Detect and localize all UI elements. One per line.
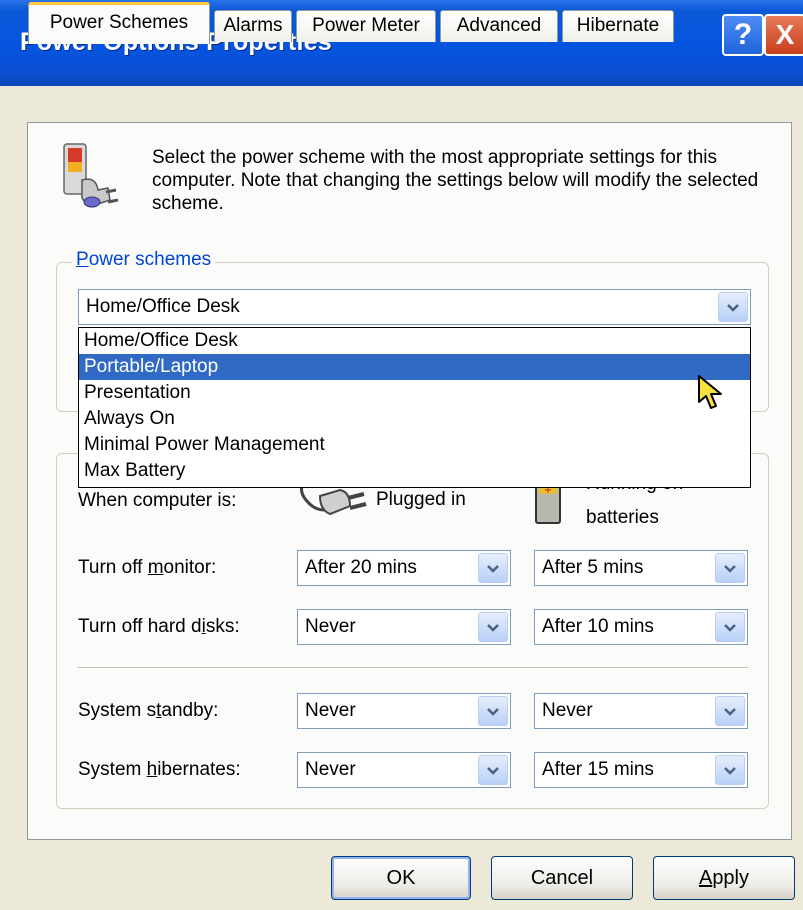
ok-button[interactable]: OK	[331, 856, 471, 900]
chevron-down-icon[interactable]	[478, 755, 508, 785]
power-options-icon	[52, 140, 122, 212]
dropdown-option[interactable]: Always On	[79, 406, 750, 432]
tab-advanced[interactable]: Advanced	[440, 10, 558, 42]
chevron-down-icon[interactable]	[715, 755, 745, 785]
hibernates-battery-select[interactable]: After 15 mins	[534, 752, 748, 788]
plugged-in-label: Plugged in	[376, 489, 466, 510]
dropdown-option[interactable]: Home/Office Desk	[79, 328, 750, 354]
hard-disks-plugged-select[interactable]: Never	[297, 609, 511, 645]
chevron-down-icon[interactable]	[478, 553, 508, 583]
hard-disks-plugged-value: Never	[305, 616, 356, 637]
standby-plugged-value: Never	[305, 700, 356, 721]
hard-disks-battery-select[interactable]: After 10 mins	[534, 609, 748, 645]
standby-plugged-select[interactable]: Never	[297, 693, 511, 729]
system-standby-label: System standby:	[78, 700, 219, 721]
power-scheme-value: Home/Office Desk	[86, 296, 240, 317]
mouse-pointer-icon	[697, 374, 727, 417]
hard-disks-battery-value: After 10 mins	[542, 616, 654, 637]
hibernates-battery-value: After 15 mins	[542, 759, 654, 780]
cancel-button[interactable]: Cancel	[491, 856, 633, 900]
monitor-battery-value: After 5 mins	[542, 557, 644, 578]
chevron-down-icon[interactable]	[715, 612, 745, 642]
close-button[interactable]: X	[764, 14, 803, 56]
tab-alarms[interactable]: Alarms	[214, 10, 292, 42]
chevron-down-icon[interactable]	[715, 553, 745, 583]
tab-hibernate[interactable]: Hibernate	[562, 10, 674, 42]
dropdown-option[interactable]: Max Battery	[79, 458, 750, 484]
divider	[78, 667, 748, 669]
when-computer-is-label: When computer is:	[78, 490, 237, 511]
monitor-plugged-value: After 20 mins	[305, 557, 417, 578]
monitor-plugged-select[interactable]: After 20 mins	[297, 550, 511, 586]
chevron-down-icon[interactable]	[478, 696, 508, 726]
power-schemes-legend: Power schemes	[72, 249, 216, 271]
power-scheme-select[interactable]: Home/Office Desk	[78, 289, 751, 325]
standby-battery-value: Never	[542, 700, 593, 721]
apply-button[interactable]: Apply	[653, 856, 795, 900]
hibernates-plugged-value: Never	[305, 759, 356, 780]
intro-text: Select the power scheme with the most ap…	[152, 147, 759, 214]
standby-battery-select[interactable]: Never	[534, 693, 748, 729]
monitor-battery-select[interactable]: After 5 mins	[534, 550, 748, 586]
batteries-label-line2: batteries	[586, 507, 659, 528]
turn-off-monitor-label: Turn off monitor:	[78, 557, 217, 578]
help-button[interactable]: ?	[722, 14, 764, 56]
dropdown-option-highlighted[interactable]: Portable/Laptop	[79, 354, 750, 380]
tab-power-meter[interactable]: Power Meter	[296, 10, 436, 42]
chevron-down-icon[interactable]	[718, 292, 748, 322]
dropdown-option[interactable]: Presentation	[79, 380, 750, 406]
chevron-down-icon[interactable]	[478, 612, 508, 642]
tab-power-schemes[interactable]: Power Schemes	[28, 2, 210, 44]
hibernates-plugged-select[interactable]: Never	[297, 752, 511, 788]
chevron-down-icon[interactable]	[715, 696, 745, 726]
dropdown-option[interactable]: Minimal Power Management	[79, 432, 750, 458]
turn-off-hard-disks-label: Turn off hard disks:	[78, 616, 240, 637]
power-scheme-dropdown-list[interactable]: Home/Office Desk Portable/Laptop Present…	[78, 327, 751, 488]
system-hibernates-label: System hibernates:	[78, 759, 241, 780]
